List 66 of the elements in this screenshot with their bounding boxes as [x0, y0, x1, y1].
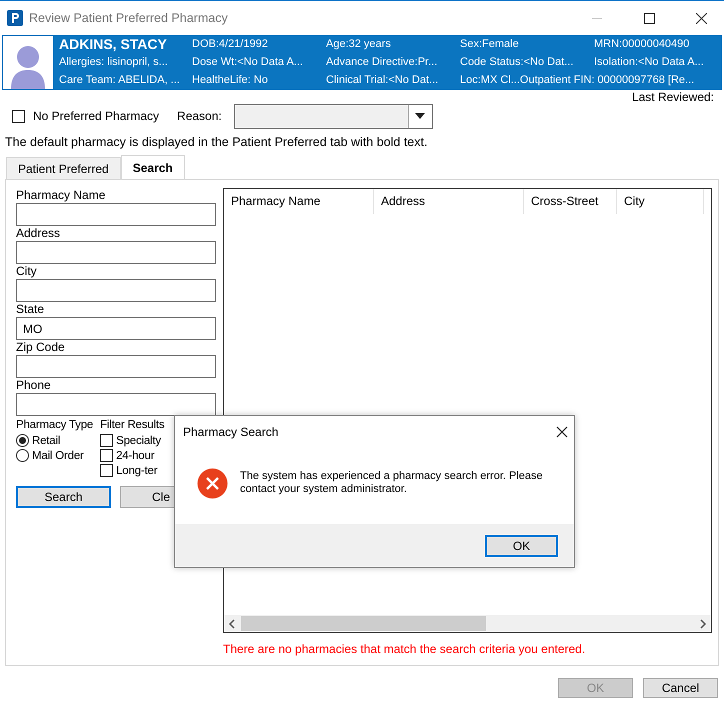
patient-info: DOB:4/21/1992: [192, 37, 269, 52]
group-label: Filter Results: [100, 418, 164, 433]
patient-info: Dose Wt:<No Data A...: [192, 55, 304, 70]
tab[interactable]: Patient Preferred: [6, 157, 121, 179]
column-header[interactable]: City: [617, 189, 704, 214]
checkbox[interactable]: [100, 434, 114, 447]
radio-button[interactable]: [16, 449, 29, 462]
input-field[interactable]: [16, 203, 216, 226]
checkbox-label: Long-ter: [116, 464, 158, 476]
column-header[interactable]: Cross-Street: [524, 189, 617, 214]
patient-info: Clinical Trial:<No Dat...: [326, 73, 440, 88]
maximize-icon: [644, 12, 654, 24]
input-field[interactable]: MO: [16, 317, 216, 340]
window-title: Review Patient Preferred Pharmacy: [29, 11, 229, 25]
input-field[interactable]: [16, 241, 216, 264]
column-header[interactable]: Pharmacy Name: [224, 189, 374, 214]
checkbox-label: No Preferred Pharmacy: [33, 109, 160, 123]
last-reviewed-label: Last Reviewed:: [632, 90, 714, 104]
reason-dropdown[interactable]: [234, 104, 433, 128]
caret-icon: [415, 113, 426, 119]
input-field[interactable]: [16, 279, 216, 302]
avatar-icon: [3, 36, 53, 89]
checkbox-label: Specialty: [116, 434, 161, 446]
patient-info: MRN:00000040490: [594, 37, 690, 52]
patient-info: Age:32 years: [326, 37, 392, 52]
dialog-title: Pharmacy Search: [183, 425, 278, 439]
error-icon: [197, 468, 228, 499]
horizontal-scrollbar[interactable]: [224, 615, 711, 632]
input-field[interactable]: [16, 393, 216, 416]
patient-info: HealtheLife: No: [192, 73, 269, 88]
ok-button[interactable]: OK: [485, 534, 558, 556]
close-icon[interactable]: [556, 426, 568, 438]
checkbox[interactable]: [100, 449, 114, 462]
column-header[interactable]: Address: [374, 189, 524, 214]
dialog-message: The system has experienced a pharmacy search error. Please contact your system administrator.: [240, 469, 544, 497]
patient-info: Isolation:<No Data A...: [594, 55, 704, 70]
field-label: Phone: [16, 378, 52, 393]
patient-info: Care Team: ABELIDA, ...: [59, 73, 181, 88]
field-label: Pharmacy Name: [16, 188, 106, 203]
patient-info: Allergies: lisinopril, s...: [59, 55, 169, 70]
radio-button[interactable]: [16, 434, 29, 447]
field-label: State: [16, 302, 46, 317]
tab[interactable]: Search: [120, 155, 185, 179]
app-logo-icon: [7, 10, 23, 26]
checkbox-label: 24-hour: [116, 450, 154, 462]
close-icon: [696, 12, 706, 24]
input-field[interactable]: [16, 355, 216, 378]
error-message: There are no pharmacies that match the search criteria you entered.: [223, 641, 586, 656]
checkbox[interactable]: [12, 110, 25, 122]
group-label: Pharmacy Type: [16, 418, 94, 433]
field-label: Address: [16, 226, 62, 241]
patient-info: Code Status:<No Dat...: [460, 55, 574, 70]
patient-info: Outpatient FIN: 00000097768 [Re...: [520, 73, 694, 88]
radio-label: Retail: [32, 434, 60, 446]
field-label: City: [16, 264, 38, 279]
radio-label: Mail Order: [32, 450, 84, 462]
dialog-button[interactable]: Cancel: [643, 678, 718, 698]
form-button[interactable]: Search: [16, 486, 111, 508]
patient-info: Loc:MX Cl...: [460, 73, 520, 88]
patient-info: Sex:Female: [460, 37, 520, 52]
checkbox[interactable]: [100, 464, 114, 477]
info-text: The default pharmacy is displayed in the Patient Preferred tab with bold text.: [4, 134, 428, 151]
field-label: Zip Code: [16, 340, 66, 355]
patient-info: Advance Directive:Pr...: [326, 55, 438, 70]
reason-label: Reason:: [177, 109, 222, 123]
patient-name: ADKINS, STACY: [59, 35, 168, 53]
